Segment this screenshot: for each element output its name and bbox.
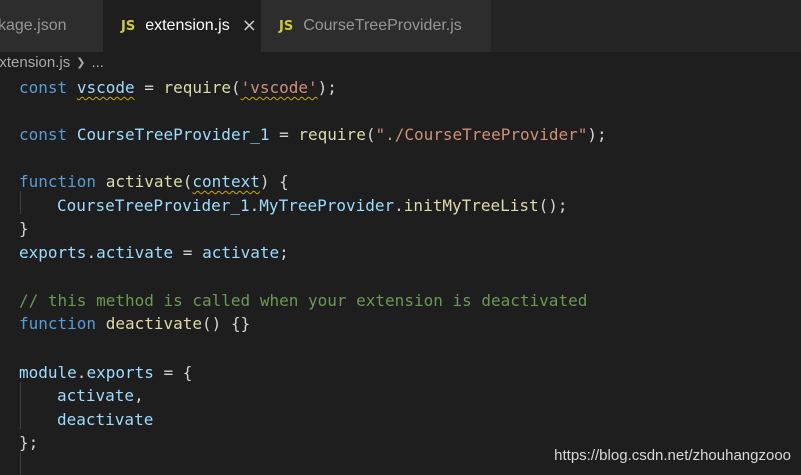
indent-guide bbox=[20, 452, 21, 475]
tab-extension-js[interactable]: JS extension.js × bbox=[103, 0, 261, 52]
code-line-6: CourseTreeProvider_1.MyTreeProvider.init… bbox=[57, 196, 568, 215]
tab-bar: kage.json JS extension.js × JS CourseTre… bbox=[0, 0, 801, 52]
code-line-8: exports.activate = activate; bbox=[19, 243, 289, 262]
code-line-3: const CourseTreeProvider_1 = require("./… bbox=[19, 125, 607, 144]
code-line-14: activate, bbox=[57, 386, 144, 405]
tab-package-json[interactable]: kage.json bbox=[0, 0, 103, 52]
tab-label: extension.js bbox=[145, 17, 230, 34]
chevron-right-icon: ❯ bbox=[76, 55, 86, 69]
breadcrumb-file[interactable]: extension.js bbox=[0, 54, 70, 71]
indent-guide bbox=[20, 382, 21, 429]
code-line-10: // this method is called when your exten… bbox=[19, 291, 588, 310]
breadcrumb: extension.js ❯ ... bbox=[0, 52, 801, 72]
indent-guide bbox=[20, 191, 21, 214]
tab-label: kage.json bbox=[0, 17, 67, 34]
breadcrumb-more[interactable]: ... bbox=[91, 54, 104, 71]
code-line-11: function deactivate() {} bbox=[19, 314, 251, 333]
code-line-7: } bbox=[19, 219, 29, 238]
code-line-5: function activate(context) { bbox=[19, 172, 289, 191]
code-line-1: const vscode = require('vscode'); bbox=[19, 78, 337, 97]
code-line-15: deactivate bbox=[57, 410, 154, 429]
javascript-file-icon: JS bbox=[279, 18, 294, 34]
tab-coursetreeprovider-js[interactable]: JS CourseTreeProvider.js bbox=[261, 0, 491, 52]
code-line-13: module.exports = { bbox=[19, 363, 193, 382]
javascript-file-icon: JS bbox=[121, 18, 136, 34]
code-line-16: }; bbox=[19, 433, 39, 452]
tab-label: CourseTreeProvider.js bbox=[303, 17, 462, 34]
watermark: https://blog.csdn.net/zhouhangzooo bbox=[554, 447, 791, 464]
close-icon[interactable]: × bbox=[242, 17, 257, 35]
